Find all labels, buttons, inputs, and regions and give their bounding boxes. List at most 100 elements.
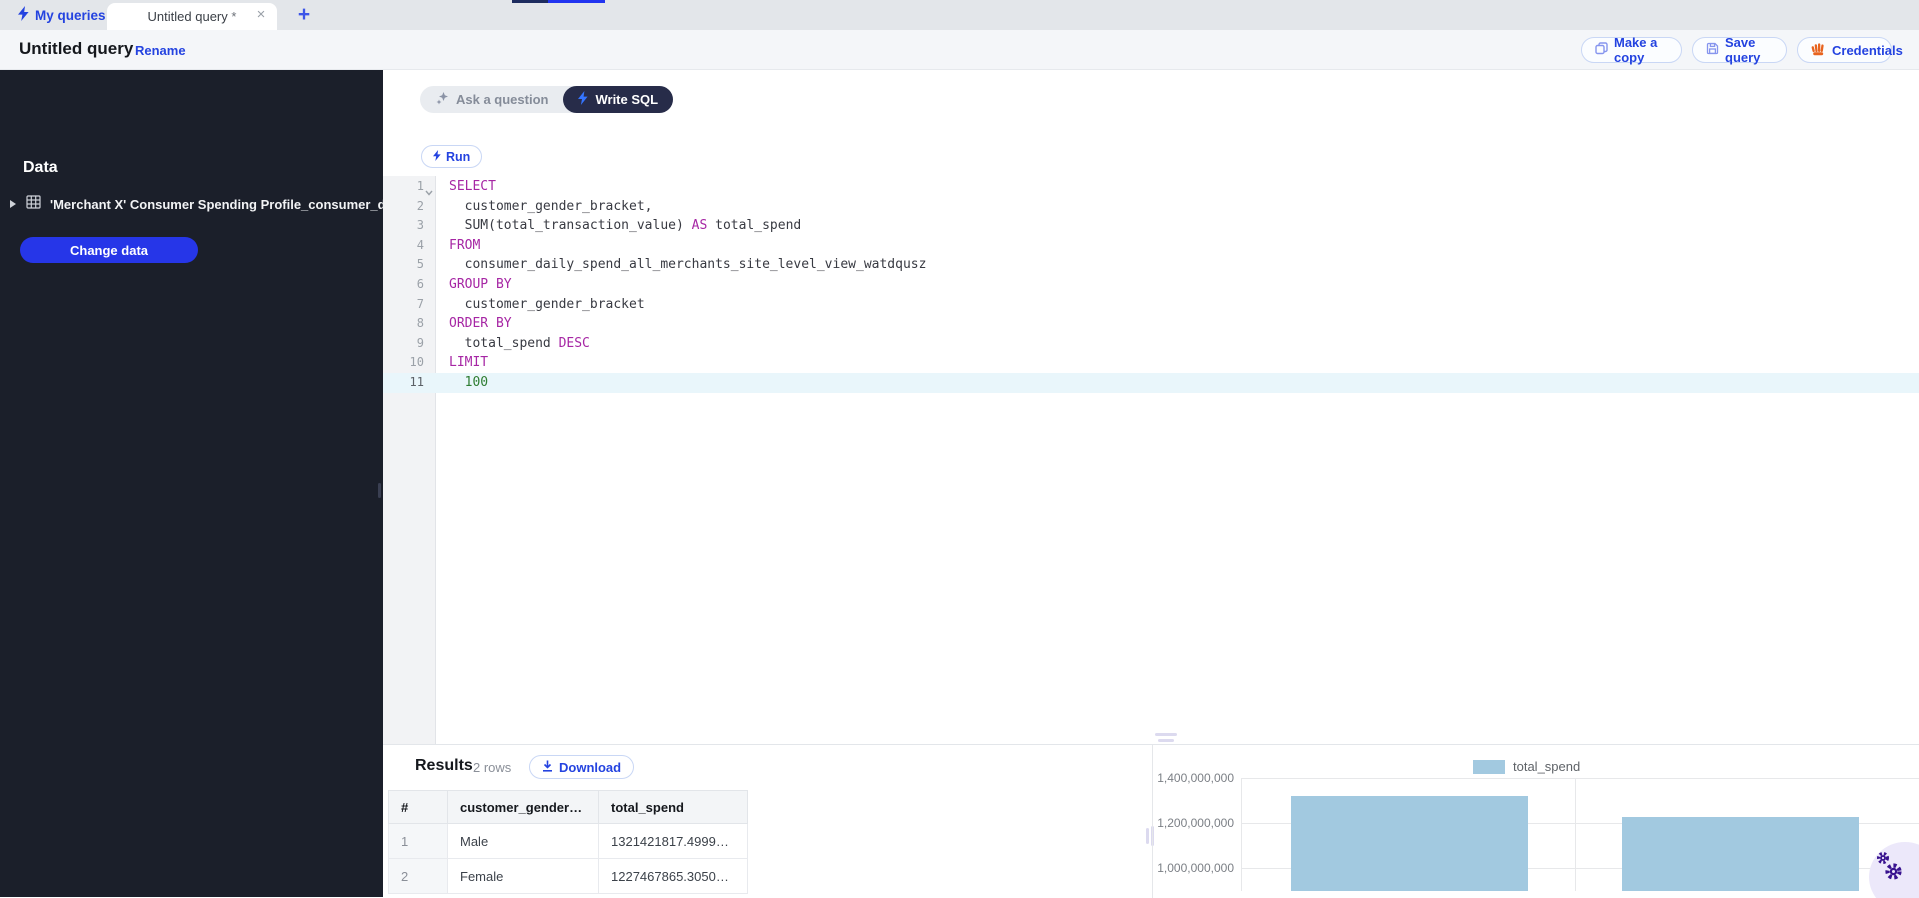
- code-text: ORDER BY: [449, 316, 512, 332]
- code-text: FROM: [449, 237, 481, 253]
- query-workspace: Ask a question Write SQL Run 1 SELECT 2 cu…: [383, 70, 1919, 898]
- copy-icon: [1595, 42, 1608, 58]
- line-number: 6: [416, 276, 424, 291]
- dataset-name: 'Merchant X' Consumer Spending Profile_c…: [50, 196, 383, 212]
- write-sql-tab[interactable]: Write SQL: [563, 86, 674, 113]
- table-cell: 1321421817.4999…: [598, 823, 748, 859]
- chart-gridline: [1241, 778, 1242, 891]
- code-text: LIMIT: [449, 355, 489, 371]
- code-text: SELECT: [449, 179, 496, 194]
- data-sidebar: Data 'Merchant X' Consumer Spending Prof…: [0, 70, 383, 897]
- credentials-hand-icon: [1811, 42, 1826, 59]
- code-line[interactable]: 10 LIMIT: [383, 353, 1919, 373]
- sparkle-icon: [435, 91, 449, 108]
- make-a-copy-button[interactable]: Make a copy: [1581, 35, 1682, 65]
- dataset-tree-item[interactable]: 'Merchant X' Consumer Spending Profile_c…: [0, 192, 383, 216]
- save-icon: [1706, 42, 1719, 58]
- line-number: 9: [416, 335, 424, 350]
- line-number: 4: [416, 237, 424, 252]
- new-tab-button[interactable]: +: [291, 2, 317, 28]
- bar-male[interactable]: [1290, 795, 1528, 891]
- save-query-label: Save query: [1725, 35, 1761, 65]
- rename-button[interactable]: Rename: [135, 43, 186, 58]
- column-header[interactable]: customer_gender…: [447, 790, 599, 824]
- credentials-label: Credentials: [1832, 42, 1903, 58]
- legend-swatch: [1473, 759, 1505, 774]
- sql-editor[interactable]: 1 SELECT 2 customer_gender_bracket, 3 SUM(t…: [383, 176, 1919, 744]
- code-line[interactable]: 3 SUM(total_transaction_value) AS total_…: [383, 216, 1919, 236]
- close-icon[interactable]: ×: [253, 7, 269, 23]
- results-panel: Results 2 rows Download # customer_gender…: [383, 733, 1919, 898]
- ask-a-question-label: Ask a question: [456, 92, 549, 107]
- code-text: total_spend DESC: [449, 335, 590, 351]
- write-sql-label: Write SQL: [595, 92, 659, 107]
- code-line[interactable]: 9 total_spend DESC: [383, 334, 1919, 354]
- my-queries-link[interactable]: My queries: [18, 0, 106, 30]
- y-axis-tick-label: 1,200,000,000: [1157, 816, 1234, 830]
- table-row[interactable]: 2 Female 1227467865.3050…: [388, 858, 748, 894]
- line-number: 3: [416, 218, 424, 233]
- chart-settings-button[interactable]: [1869, 842, 1919, 898]
- code-text: customer_gender_bracket: [449, 296, 645, 312]
- save-query-button[interactable]: Save query: [1692, 35, 1787, 65]
- table-cell: 2: [388, 858, 448, 894]
- code-line[interactable]: 4 FROM: [383, 236, 1919, 256]
- ask-a-question-tab[interactable]: Ask a question: [420, 86, 563, 113]
- results-table: # customer_gender… total_spend 1 Male 132142…: [388, 790, 748, 894]
- table-cell: Female: [447, 858, 599, 894]
- make-a-copy-label: Make a copy: [1614, 35, 1658, 65]
- change-data-button[interactable]: Change data: [20, 237, 198, 263]
- line-number: 7: [416, 296, 424, 311]
- code-line[interactable]: 5 consumer_daily_spend_all_merchants_sit…: [383, 255, 1919, 275]
- code-line[interactable]: 2 customer_gender_bracket,: [383, 197, 1919, 217]
- y-axis-tick-label: 1,400,000,000: [1157, 771, 1234, 785]
- line-number: 5: [416, 257, 424, 272]
- line-number: 8: [416, 316, 424, 331]
- panel-resize-handle[interactable]: [1155, 733, 1177, 736]
- legend-label: total_spend: [1513, 759, 1581, 774]
- bar-female[interactable]: [1621, 816, 1859, 891]
- tab-dirty-marker: *: [231, 9, 237, 24]
- chart-legend[interactable]: total_spend: [1473, 759, 1580, 774]
- my-queries-label: My queries: [35, 7, 106, 23]
- code-text: 100: [449, 374, 489, 390]
- code-line[interactable]: 1 SELECT: [383, 177, 1919, 197]
- code-text: customer_gender_bracket,: [449, 198, 653, 214]
- download-icon: [542, 760, 553, 775]
- lightning-icon: [18, 6, 29, 24]
- tab-label: Untitled query: [147, 9, 228, 24]
- table-cell: 1227467865.3050…: [598, 858, 748, 894]
- caret-right-icon[interactable]: [10, 200, 16, 208]
- credentials-button[interactable]: Credentials: [1797, 37, 1903, 63]
- code-text: SUM(total_transaction_value) AS total_sp…: [449, 218, 802, 234]
- run-button[interactable]: Run: [421, 145, 483, 168]
- download-button[interactable]: Download: [529, 755, 635, 779]
- table-grid-icon: [26, 194, 41, 214]
- y-axis-tick-label: 1,000,000,000: [1157, 861, 1234, 875]
- line-number: 11: [409, 374, 424, 389]
- mode-toggle: Ask a question Write SQL: [420, 86, 674, 113]
- page-header: Untitled query Rename Make a copy Save q…: [0, 30, 1919, 70]
- tab-untitled-query[interactable]: Untitled query * ×: [107, 3, 277, 30]
- table-row[interactable]: 1 Male 1321421817.4999…: [388, 823, 748, 859]
- column-header[interactable]: #: [388, 790, 448, 824]
- tab-bar: My queries Untitled query * × +: [0, 0, 1919, 30]
- code-line[interactable]: 7 customer_gender_bracket: [383, 295, 1919, 315]
- code-line[interactable]: 11 100: [383, 372, 1919, 393]
- panel-resize-handle[interactable]: [1158, 739, 1174, 742]
- line-number: 10: [409, 355, 424, 370]
- table-cell: Male: [447, 823, 599, 859]
- code-text: consumer_daily_spend_all_merchants_site_…: [449, 257, 927, 273]
- table-cell: 1: [388, 823, 448, 859]
- sidebar-resize-handle[interactable]: [378, 483, 381, 498]
- loading-bar-segment: [512, 0, 548, 3]
- lightning-icon: [433, 149, 441, 164]
- code-line[interactable]: 6 GROUP BY: [383, 275, 1919, 295]
- column-header[interactable]: total_spend: [598, 790, 748, 824]
- split-resize-handle[interactable]: [1146, 828, 1149, 844]
- page-title: Untitled query: [19, 39, 134, 58]
- line-number: 2: [416, 198, 424, 213]
- results-bar-chart: total_spend 1,400,000,000 1,200,000,000 1,…: [1152, 745, 1919, 898]
- run-label: Run: [446, 149, 471, 164]
- code-line[interactable]: 8 ORDER BY: [383, 314, 1919, 334]
